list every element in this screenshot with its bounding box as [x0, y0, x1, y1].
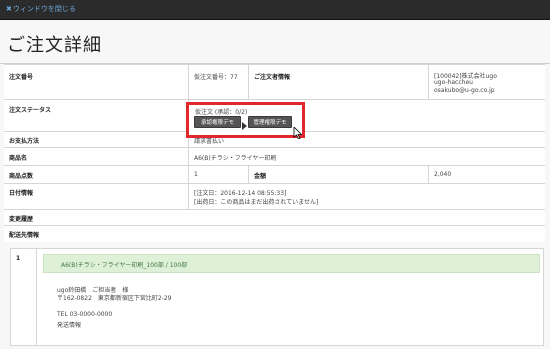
- row-divider: [428, 166, 429, 183]
- ship-date: [出荷日：この商品はまだ出荷されていません]: [194, 199, 319, 206]
- product-row: 商品名 A6(B)チラシ・フライヤー印刷: [4, 148, 545, 166]
- order-status-label: 注文ステータス: [9, 107, 52, 114]
- row-divider: [188, 65, 189, 99]
- page-title: ご注文詳細: [7, 35, 102, 56]
- order-date: [注文日：2016-12-14 08:55:33]: [194, 190, 287, 197]
- customer-line-2: ugo-haccheu: [434, 79, 473, 86]
- amount-label: 金額: [254, 173, 267, 180]
- shipping-product-band: A6(B)チラシ・フライヤー印刷_100部 / 100部: [43, 254, 540, 273]
- shipping-product-line: A6(B)チラシ・フライヤー印刷_100部 / 100部: [61, 262, 188, 269]
- row-divider: [188, 184, 189, 209]
- row-divider: [188, 166, 189, 183]
- row-divider: [428, 65, 429, 99]
- history-label: 変更履歴: [9, 216, 34, 223]
- close-window-link[interactable]: ✖ ウィンドウを閉じる: [6, 4, 76, 14]
- product-label: 商品名: [9, 155, 28, 162]
- approval-demo-button[interactable]: 承認権限デモ: [194, 116, 241, 128]
- customer-info-label: ご注文者情報: [254, 74, 291, 81]
- shipping-panel: 1 A6(B)チラシ・フライヤー印刷_100部 / 100部 ugo鈴田橋 ご担…: [10, 248, 544, 346]
- manage-demo-button[interactable]: 管理権限デモ: [248, 116, 292, 128]
- history-row: 変更履歴: [4, 210, 545, 226]
- product-value: A6(B)チラシ・フライヤー印刷: [194, 155, 277, 162]
- shipping-header-row: 配送先情報: [4, 226, 545, 242]
- recipient-address: 〒162-0822 東京都新宿区下宮比町2-29: [57, 295, 172, 302]
- recipient-tel: TEL 03-0000-0000: [57, 311, 113, 318]
- order-number-value: 仮注文番号：77: [194, 74, 238, 81]
- row-divider: [248, 65, 249, 99]
- approval-demo-label: 承認権限デモ: [200, 120, 234, 126]
- top-bar: ✖ ウィンドウを閉じる: [0, 0, 550, 20]
- ship-info-label: 発送情報: [57, 322, 82, 329]
- quantity-row: 商品点数 1 金額 2,040: [4, 166, 545, 184]
- order-number-row: 注文番号 仮注文番号：77 ご注文者情報 [100042]株式会社ugo ugo…: [4, 64, 545, 100]
- date-info-label: 日付情報: [9, 190, 34, 197]
- manage-demo-label: 管理権限デモ: [253, 120, 287, 126]
- close-window-label: ウィンドウを閉じる: [12, 5, 76, 13]
- shipping-label: 配送先情報: [9, 232, 40, 239]
- mouse-cursor-icon: [293, 127, 303, 139]
- date-info-row: 日付情報 [注文日：2016-12-14 08:55:33] [出荷日：この商品…: [4, 184, 545, 210]
- quantity-label: 商品点数: [9, 173, 34, 180]
- x-icon: ✖: [6, 5, 12, 13]
- quantity-value: 1: [194, 171, 198, 178]
- amount-value: 2,040: [434, 171, 452, 178]
- row-divider: [188, 148, 189, 165]
- arrow-right-icon: [242, 122, 247, 130]
- shipping-index: 1: [16, 255, 21, 262]
- payment-label: お支払方法: [9, 138, 40, 145]
- row-divider: [248, 166, 249, 183]
- order-status-value: 仮注文 (承認：0/2): [195, 109, 248, 116]
- status-highlight-box: 仮注文 (承認：0/2) 承認権限デモ 管理権限デモ: [186, 102, 305, 138]
- order-number-label: 注文番号: [9, 74, 34, 81]
- panel-divider: [36, 249, 37, 345]
- customer-email: osakubo@u-go.co.jp: [434, 87, 495, 94]
